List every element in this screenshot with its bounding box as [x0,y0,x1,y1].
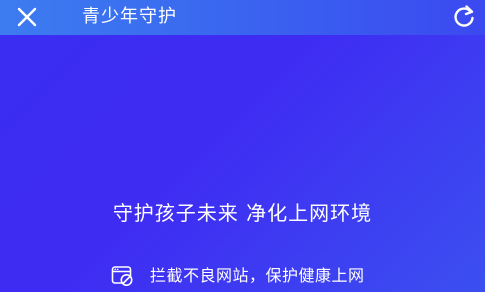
close-icon [17,7,37,27]
header-bar: 青少年守护 [0,0,485,35]
page-title: 青少年守护 [82,6,177,27]
refresh-button[interactable] [450,3,478,31]
feature-item: 拦截不良网站，保护健康上网 [110,264,365,288]
close-button[interactable] [14,4,40,30]
refresh-icon [454,5,474,27]
blocked-web-icon [110,264,134,288]
feature-text: 拦截不良网站，保护健康上网 [150,266,365,285]
protection-slogan: 守护孩子未来 净化上网环境 [112,201,373,225]
youth-protection-screen: 青少年守护 守护孩子未来 净化上网环境 拦截不良网站，保护健康上网 [0,0,485,292]
